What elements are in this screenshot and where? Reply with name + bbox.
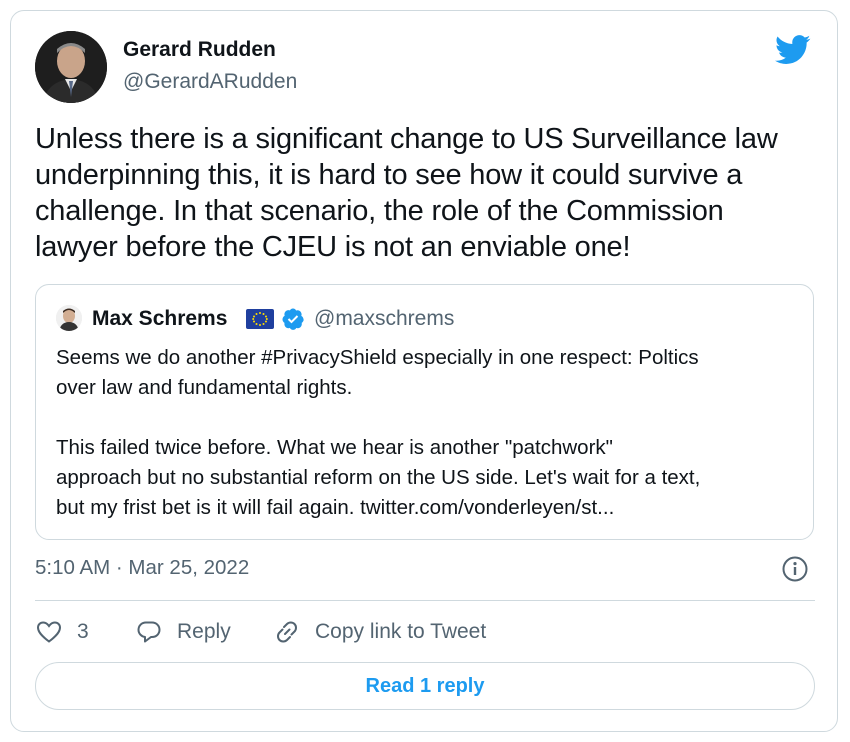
like-button[interactable]: 3 (35, 616, 89, 648)
author-name[interactable]: Gerard Rudden (123, 38, 276, 62)
link-icon (277, 621, 297, 643)
read-replies-button[interactable]: Read 1 reply (35, 662, 815, 710)
quoted-tweet[interactable]: Max Schrems @maxschrems Seems we do anot… (35, 284, 814, 540)
tweet-card: Gerard Rudden @GerardARudden Unless ther… (10, 10, 838, 732)
copy-link-label: Copy link to Tweet (315, 620, 487, 643)
verified-badge-icon (282, 308, 304, 330)
author-avatar[interactable] (35, 31, 107, 103)
quoted-author-avatar (56, 305, 82, 331)
reply-icon (137, 621, 161, 643)
info-icon[interactable] (781, 555, 809, 583)
eu-flag-icon (246, 309, 274, 329)
divider (35, 600, 815, 601)
like-count: 3 (77, 620, 89, 643)
author-handle[interactable]: @GerardARudden (123, 70, 297, 94)
tweet-text: Unless there is a significant change to … (35, 123, 778, 263)
copy-link-button[interactable]: Copy link to Tweet (273, 616, 486, 648)
heart-icon (36, 621, 62, 643)
quoted-tweet-text: Seems we do another #PrivacyShield espec… (56, 346, 701, 519)
tweet-timestamp[interactable]: 5:10 AM · Mar 25, 2022 (35, 556, 249, 580)
twitter-bird-icon[interactable] (775, 35, 811, 65)
quoted-author-name: Max Schrems (92, 307, 228, 330)
reply-label: Reply (177, 620, 231, 643)
reply-button[interactable]: Reply (135, 616, 231, 648)
quoted-author-handle: @maxschrems (314, 307, 455, 330)
